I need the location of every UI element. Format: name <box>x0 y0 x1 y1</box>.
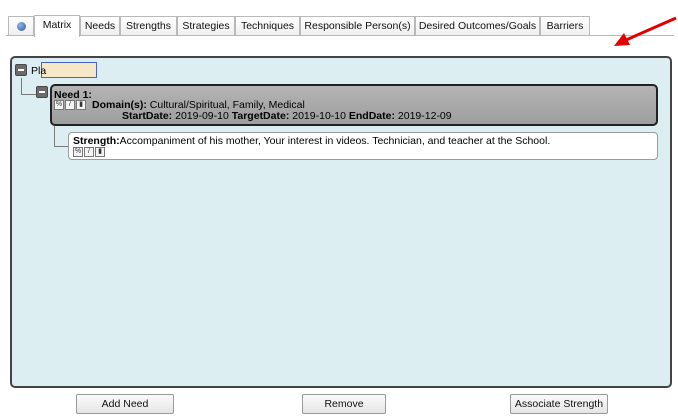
tab-barriers[interactable]: Barriers <box>540 16 590 36</box>
start-date-label: StartDate: <box>122 110 173 122</box>
need-dates: StartDate: 2019-09-10 TargetDate: 2019-1… <box>122 110 452 122</box>
target-date-value: 2019-10-10 <box>292 110 346 122</box>
tab-needs[interactable]: Needs <box>80 16 120 36</box>
collapse-need-icon[interactable] <box>36 86 48 98</box>
start-date-value: 2019-09-10 <box>175 110 229 122</box>
strength-node[interactable]: Strength:Accompaniment of his mother, Yo… <box>68 132 658 160</box>
edit-icon[interactable]: / <box>84 147 94 157</box>
link-icon[interactable]: % <box>73 147 83 157</box>
tab-help[interactable] <box>8 16 34 36</box>
collapse-plan-icon[interactable] <box>15 64 27 76</box>
need-node[interactable]: Need 1: % / ▮ Domain(s): Cultural/Spirit… <box>50 84 658 126</box>
tab-strengths[interactable]: Strengths <box>120 16 177 36</box>
strength-value: Accompaniment of his mother, Your intere… <box>119 135 551 147</box>
end-date-value: 2019-12-09 <box>397 110 452 122</box>
end-date-label: EndDate: <box>348 110 395 122</box>
tab-matrix[interactable]: Matrix <box>34 15 80 37</box>
tab-baseline <box>6 35 674 36</box>
edit-icon[interactable]: / <box>65 100 75 110</box>
remove-button[interactable]: Remove <box>302 394 386 414</box>
tab-responsible-persons[interactable]: Responsible Person(s) <box>300 16 415 36</box>
plan-label: Pla <box>31 65 47 77</box>
plan-name-highlight <box>41 62 97 78</box>
tab-techniques[interactable]: Techniques <box>235 16 300 36</box>
tab-strategies[interactable]: Strategies <box>177 16 235 36</box>
add-need-button[interactable]: Add Need <box>76 394 174 414</box>
help-icon <box>16 22 26 31</box>
link-icon[interactable]: % <box>54 100 64 110</box>
tree-line <box>54 126 55 146</box>
tab-bar: Matrix Needs Strengths Strategies Techni… <box>0 0 678 37</box>
associate-strength-button[interactable]: Associate Strength <box>510 394 608 414</box>
strength-text: Strength:Accompaniment of his mother, Yo… <box>73 135 550 147</box>
delete-icon[interactable]: ▮ <box>76 100 86 110</box>
need-actions: % / ▮ <box>54 100 86 110</box>
target-date-label: TargetDate: <box>231 110 290 122</box>
matrix-tree-panel: Pla Need 1: % / ▮ Domain(s): Cultural/Sp… <box>10 56 672 388</box>
delete-icon[interactable]: ▮ <box>95 147 105 157</box>
tree-line <box>54 146 68 147</box>
strength-actions: % / ▮ <box>73 147 105 157</box>
tree-line <box>21 78 22 94</box>
strength-label: Strength: <box>73 135 120 147</box>
tab-desired-outcomes-goals[interactable]: Desired Outcomes/Goals <box>415 16 540 36</box>
red-arrow-icon <box>614 16 677 46</box>
